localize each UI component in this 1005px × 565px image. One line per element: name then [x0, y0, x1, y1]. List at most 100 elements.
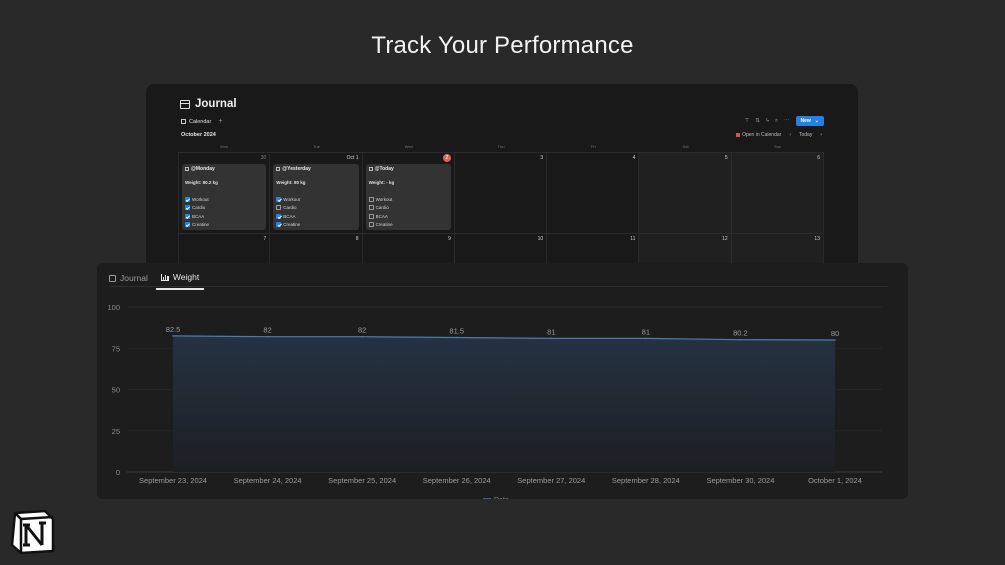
calendar-day-cell[interactable]: 10: [454, 234, 548, 264]
weekday-label: Mon: [220, 144, 229, 149]
calendar-day-cell[interactable]: 11: [547, 234, 640, 264]
checkbox[interactable]: [368, 213, 374, 219]
calendar-day-cell[interactable]: 30 @Monday Weight: 80.2 kg Workout Cardio BCA…: [178, 153, 271, 234]
checkbox[interactable]: [276, 205, 282, 211]
day-number: 13: [814, 236, 820, 242]
lightning-icon[interactable]: ϟ: [766, 118, 769, 124]
day-number: 5: [724, 155, 728, 161]
habit-label: Creatine: [283, 222, 301, 228]
sort-icon[interactable]: ⇅: [755, 118, 760, 124]
calendar-day-cell[interactable]: 13: [731, 234, 824, 264]
habit-label: Cardio: [283, 205, 297, 211]
data-point: [550, 337, 553, 340]
day-number: 9: [448, 236, 451, 242]
more-icon[interactable]: ⋯: [784, 118, 790, 124]
y-tick-label: 75: [112, 344, 120, 353]
calendar-day-cell[interactable]: 9: [362, 234, 455, 264]
entry-weight: Weight: 80 kg: [276, 180, 306, 185]
entry-weight: Weight: - kg: [368, 180, 395, 185]
y-tick-label: 50: [112, 386, 120, 395]
weekday-label: Sat: [682, 144, 689, 149]
weekday-header: Mon Tue Wed Thu Fri Sat Sun: [178, 144, 824, 149]
checkbox[interactable]: [368, 222, 374, 228]
data-label: 82: [358, 326, 366, 335]
checkbox[interactable]: [276, 222, 282, 228]
data-label: 81: [642, 327, 650, 336]
habit-item: Workout: [276, 195, 355, 204]
today-button[interactable]: Today: [799, 132, 812, 138]
checkbox[interactable]: [185, 213, 190, 219]
habit-item: Creatine: [276, 221, 355, 230]
weekday-label: Tue: [313, 144, 320, 149]
view-tab-calendar[interactable]: Calendar +: [181, 118, 222, 125]
open-in-calendar-label: Open in Calendar: [742, 132, 782, 138]
calendar-day-cell[interactable]: 3: [454, 153, 548, 234]
journal-entry-card[interactable]: @Yesterday Weight: 80 kg Workout Cardio BCAA…: [273, 164, 359, 230]
data-label: 80: [831, 329, 839, 338]
day-number: 3: [540, 155, 544, 161]
habit-item: BCAA: [276, 212, 355, 221]
calendar-day-cell[interactable]: 12: [639, 234, 732, 264]
entry-weight: Weight: 80.2 kg: [185, 180, 218, 185]
calendar-icon: [181, 119, 186, 124]
chevron-down-icon[interactable]: ⌄: [815, 118, 819, 124]
next-month-chevron-icon[interactable]: ›: [820, 132, 822, 138]
journal-title: Journal: [180, 98, 237, 110]
habit-checklist: Workout Cardio BCAA Creatine: [368, 195, 448, 230]
weekday-label: Fri: [590, 144, 596, 149]
calendar-day-cell[interactable]: 6: [731, 153, 824, 234]
habit-label: Creatine: [192, 222, 210, 228]
prev-month-chevron-icon[interactable]: ‹: [789, 132, 791, 138]
day-number: 30: [260, 155, 267, 161]
page-headline: Track Your Performance: [371, 32, 634, 59]
y-tick-label: 100: [107, 303, 120, 312]
weekday-label: Sun: [774, 144, 782, 149]
day-number: 10: [537, 236, 544, 242]
data-label: 82.5: [166, 325, 181, 334]
habit-label: Workout: [375, 196, 393, 202]
filter-icon[interactable]: ⊤: [745, 118, 750, 124]
data-point: [172, 335, 174, 337]
calendar-day-cell[interactable]: 2 @Today Weight: - kg Workout Cardio BCAA Crea…: [362, 153, 455, 234]
habit-checklist: Workout Cardio BCAA Creatine: [276, 195, 355, 229]
x-tick-label: September 23, 2024: [139, 476, 207, 485]
new-button[interactable]: New ⌄: [795, 116, 824, 126]
add-view-button[interactable]: +: [218, 118, 222, 125]
checkbox[interactable]: [276, 196, 282, 202]
calendar-day-cell[interactable]: 7: [178, 234, 271, 264]
checkbox[interactable]: [185, 222, 190, 228]
search-icon[interactable]: ⌕: [775, 118, 778, 125]
data-label: 82: [263, 326, 271, 335]
checkbox[interactable]: [368, 196, 374, 202]
weight-area-chart: 0 25 50 75 100 82.5 September 23, 2024 82 Septem…: [107, 303, 882, 499]
view-tab-label: Calendar: [189, 118, 212, 125]
calendar-day-cell[interactable]: 5: [639, 153, 732, 234]
checkbox[interactable]: [276, 213, 282, 219]
habit-item: Creatine: [368, 221, 448, 230]
page-icon: [276, 167, 281, 171]
calendar-day-cell[interactable]: 4: [547, 153, 640, 234]
journal-entry-card[interactable]: @Monday Weight: 80.2 kg Workout Cardio BCAA C…: [182, 164, 267, 230]
habit-label: BCAA: [192, 213, 205, 219]
calendar-day-cell[interactable]: Oct 1 @Yesterday Weight: 80 kg Workout Cardi…: [270, 153, 363, 234]
area-fill: [173, 335, 835, 472]
entry-title: @Monday: [185, 166, 263, 172]
journal-entry-card[interactable]: @Today Weight: - kg Workout Cardio BCAA Creat…: [365, 164, 451, 230]
day-number: 12: [722, 236, 728, 242]
data-point: [455, 336, 458, 339]
checkbox[interactable]: [185, 205, 190, 211]
checkbox[interactable]: [368, 205, 374, 211]
x-tick-label: September 26, 2024: [423, 476, 491, 485]
checkbox[interactable]: [185, 196, 190, 202]
data-point: [266, 335, 269, 338]
day-number: 8: [355, 236, 359, 242]
legend-label: Date: [494, 497, 509, 499]
habit-label: BCAA: [375, 213, 388, 219]
x-tick-label: September 28, 2024: [612, 476, 680, 485]
calendar-day-cell[interactable]: 8: [270, 234, 363, 264]
entry-title: @Today: [368, 166, 448, 172]
habit-label: Cardio: [375, 205, 389, 211]
day-number: 2: [442, 154, 451, 162]
open-in-calendar-link[interactable]: Open in Calendar: [736, 132, 781, 138]
data-label: 81.5: [449, 327, 464, 336]
